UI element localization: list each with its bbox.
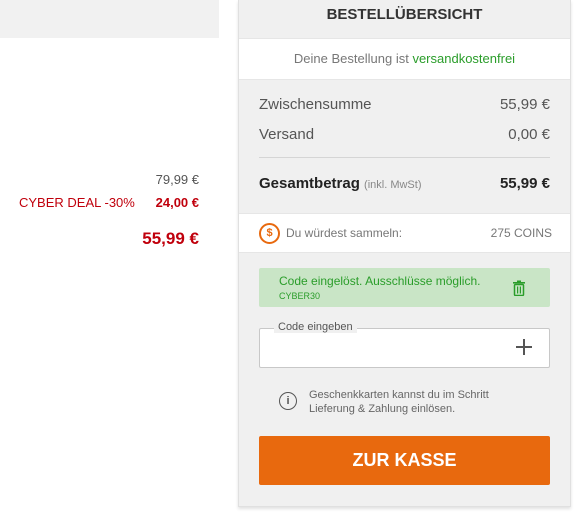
- summary-title: BESTELLÜBERSICHT: [326, 6, 483, 23]
- product-panel-header: [0, 0, 219, 38]
- gift-card-info-line2: Lieferung & Zahlung einlösen.: [309, 403, 456, 415]
- free-shipping-highlight: versandkostenfrei: [412, 51, 516, 66]
- shipping-value: 0,00 €: [508, 126, 550, 143]
- code-input[interactable]: [270, 337, 504, 359]
- gift-card-info-text: Geschenkkarten kannst du im Schritt Lief…: [309, 388, 489, 416]
- shipping-notice: Deine Bestellung ist versandkostenfrei: [239, 38, 570, 80]
- gift-card-info-line1: Geschenkkarten kannst du im Schritt: [309, 389, 489, 401]
- total-value: 55,99 €: [499, 175, 550, 192]
- subtotal-label: Zwischensumme: [259, 96, 372, 113]
- coins-label: Du würdest sammeln:: [286, 226, 403, 240]
- info-icon: i: [279, 392, 297, 410]
- total-tax-note: (inkl. MwSt): [364, 179, 422, 191]
- trash-icon[interactable]: [512, 280, 526, 296]
- shipping-notice-text: Deine Bestellung ist: [293, 51, 409, 66]
- code-input-field: Code eingeben: [259, 321, 550, 368]
- coins-value: 275 COINS: [490, 226, 552, 240]
- coupon-code: CYBER30: [279, 291, 321, 301]
- total-label-group: Gesamtbetrag (inkl. MwSt): [259, 175, 422, 192]
- total-label: Gesamtbetrag: [259, 175, 360, 192]
- final-price: 55,99 €: [142, 229, 199, 248]
- code-input-label: Code eingeben: [274, 321, 357, 333]
- applied-coupon: Code eingelöst. Ausschlüsse möglich. CYB…: [259, 268, 550, 307]
- original-price: 79,99 €: [155, 172, 199, 187]
- summary-divider: [259, 157, 550, 158]
- deal-value: 24,00 €: [155, 195, 199, 210]
- coin-icon: $: [259, 223, 280, 244]
- deal-label: CYBER DEAL -30%: [19, 195, 135, 210]
- subtotal-value: 55,99 €: [499, 96, 550, 113]
- shipping-label: Versand: [259, 126, 315, 143]
- coupon-message: Code eingelöst. Ausschlüsse möglich.: [279, 274, 481, 288]
- plus-icon[interactable]: [515, 338, 533, 356]
- checkout-button[interactable]: ZUR KASSE: [259, 436, 550, 485]
- coins-row: $ Du würdest sammeln: 275 COINS: [239, 213, 570, 253]
- order-summary: BESTELLÜBERSICHT Deine Bestellung ist ve…: [238, 0, 571, 507]
